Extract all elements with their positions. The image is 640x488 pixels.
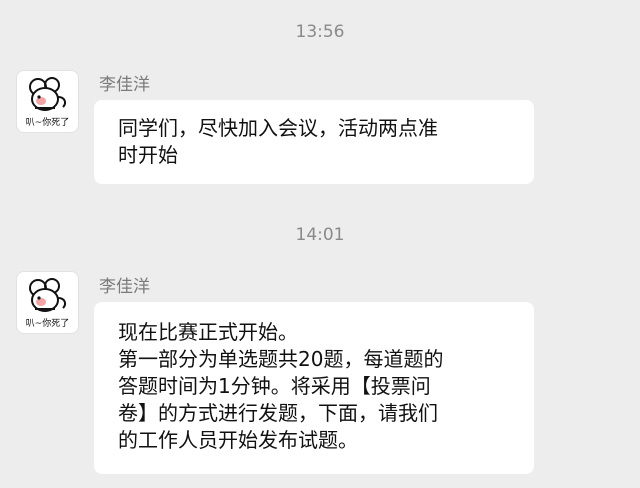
message-line: 的工作人员开始发布试题。: [118, 428, 358, 452]
sender-avatar-2[interactable]: 叭~你死了: [16, 271, 79, 334]
message-line: 答题时间为1分钟。将采用【投票问: [118, 374, 431, 398]
timestamp-2: 14:01: [295, 225, 345, 245]
message-line: 卷】的方式进行发题，下面，请我们: [118, 401, 438, 425]
avatar-caption: 叭~你死了: [25, 118, 70, 128]
cartoon-mouse-icon: [29, 77, 67, 111]
message-bubble-1[interactable]: 同学们，尽快加入会议，活动两点准 时开始: [94, 100, 534, 184]
message-bubble-2[interactable]: 现在比赛正式开始。 第一部分为单选题共20题，每道题的 答题时间为1分钟。将采用…: [94, 302, 534, 474]
cartoon-mouse-icon: [29, 278, 67, 312]
message-line: 时开始: [118, 143, 178, 167]
message-line: 现在比赛正式开始。: [118, 320, 298, 344]
avatar-caption: 叭~你死了: [25, 319, 70, 329]
timestamp-1: 13:56: [295, 22, 345, 42]
message-line: 第一部分为单选题共20题，每道题的: [118, 347, 444, 371]
sender-name-1: 李佳洋: [99, 75, 150, 95]
message-line: 同学们，尽快加入会议，活动两点准: [118, 116, 438, 140]
sender-avatar-1[interactable]: 叭~你死了: [16, 70, 79, 133]
sender-name-2: 李佳洋: [99, 277, 150, 297]
